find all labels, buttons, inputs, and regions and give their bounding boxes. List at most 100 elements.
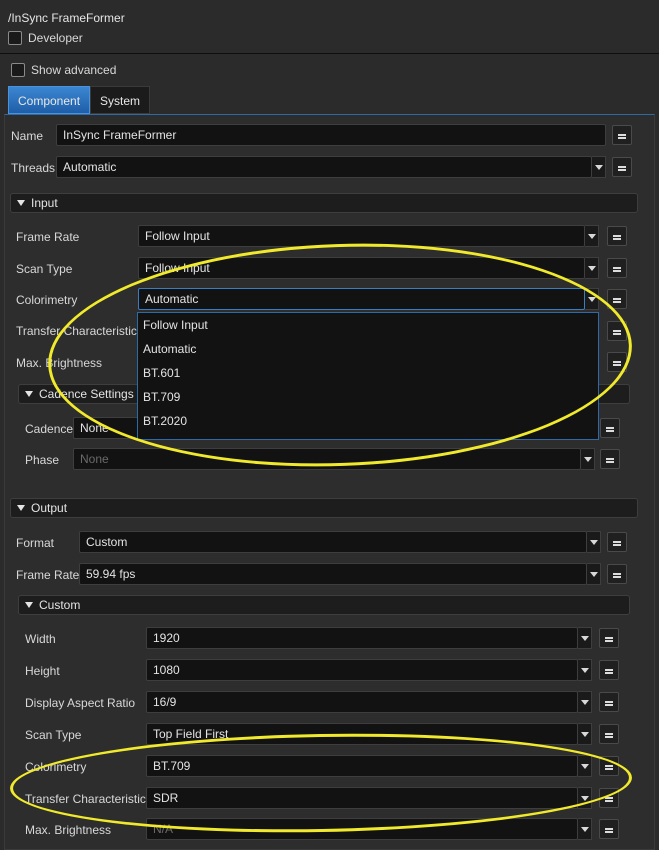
chevron-down-icon [580, 635, 589, 641]
output-scan-type-menu-button[interactable] [599, 724, 619, 744]
developer-label: Developer [28, 31, 83, 45]
input-frame-rate-dropdown-button[interactable] [585, 225, 599, 247]
width-dropdown-button[interactable] [578, 627, 592, 649]
dar-menu-button[interactable] [599, 692, 619, 712]
input-transfer-menu-button[interactable] [607, 321, 627, 341]
chevron-down-icon [594, 164, 603, 170]
output-frame-rate-label: Frame Rate [16, 568, 80, 582]
colorimetry-option[interactable]: Automatic [138, 337, 598, 361]
menu-icon [605, 828, 613, 830]
output-colorimetry-select[interactable]: BT.709 [146, 755, 578, 777]
colorimetry-option[interactable]: BT.601 [138, 361, 598, 385]
chevron-down-icon [589, 571, 598, 577]
menu-icon [605, 669, 613, 671]
input-scan-type-dropdown-button[interactable] [585, 257, 599, 279]
output-max-brightness-menu-button[interactable] [599, 819, 619, 839]
output-section-title: Output [31, 501, 68, 515]
cadence-menu-button[interactable] [600, 418, 620, 438]
input-colorimetry-menu-button[interactable] [607, 289, 627, 309]
output-transfer-menu-button[interactable] [599, 788, 619, 808]
menu-icon [613, 235, 621, 237]
chevron-down-icon [580, 826, 589, 832]
chevron-down-icon [589, 539, 598, 545]
output-scan-type-label: Scan Type [25, 728, 82, 742]
cadence-section-title: Cadence Settings [39, 387, 134, 401]
chevron-down-icon [580, 795, 589, 801]
output-max-brightness-dropdown-button[interactable] [578, 818, 592, 840]
output-transfer-label: Transfer Characteristics [25, 792, 152, 806]
output-frame-rate-menu-button[interactable] [607, 564, 627, 584]
show-advanced-toggle[interactable]: Show advanced [11, 63, 116, 77]
tab-bar: Component System [8, 86, 151, 114]
tab-component[interactable]: Component [8, 86, 91, 114]
phase-dropdown-button[interactable] [581, 448, 595, 470]
collapse-triangle-icon [17, 200, 25, 206]
phase-menu-button[interactable] [600, 449, 620, 469]
dar-label: Display Aspect Ratio [25, 696, 136, 710]
show-advanced-label: Show advanced [31, 63, 117, 77]
input-section-header[interactable]: Input [10, 193, 638, 213]
input-max-brightness-menu-button[interactable] [607, 352, 627, 372]
output-frame-rate-dropdown-button[interactable] [587, 563, 601, 585]
input-max-brightness-label: Max. Brightness [16, 356, 103, 370]
output-transfer-dropdown-button[interactable] [578, 787, 592, 809]
threads-label: Threads [11, 161, 56, 175]
show-advanced-checkbox[interactable] [11, 63, 25, 77]
height-input[interactable]: 1080 [146, 659, 578, 681]
dar-dropdown-button[interactable] [578, 691, 592, 713]
colorimetry-option[interactable]: BT.709 [138, 385, 598, 409]
menu-icon [606, 427, 614, 429]
input-frame-rate-label: Frame Rate [16, 230, 80, 244]
width-input[interactable]: 1920 [146, 627, 578, 649]
menu-icon [605, 637, 613, 639]
chevron-down-icon [580, 667, 589, 673]
colorimetry-option[interactable]: Follow Input [138, 313, 598, 337]
output-colorimetry-dropdown-button[interactable] [578, 755, 592, 777]
menu-icon [613, 267, 621, 269]
colorimetry-option[interactable]: BT.2020 [138, 409, 598, 433]
name-menu-button[interactable] [612, 125, 632, 145]
output-frame-rate-select[interactable]: 59.94 fps [79, 563, 587, 585]
format-select[interactable]: Custom [79, 531, 587, 553]
input-frame-rate-select[interactable]: Follow Input [138, 225, 585, 247]
menu-icon [613, 573, 621, 575]
threads-dropdown-button[interactable] [592, 156, 606, 178]
chevron-down-icon [580, 699, 589, 705]
name-label: Name [11, 129, 44, 143]
output-section-header[interactable]: Output [10, 498, 638, 518]
menu-icon [605, 701, 613, 703]
menu-icon [618, 134, 626, 136]
colorimetry-dropdown-list: Follow Input Automatic BT.601 BT.709 BT.… [137, 312, 599, 440]
input-transfer-label: Transfer Characteristics [16, 324, 143, 338]
chevron-down-icon [587, 265, 596, 271]
input-colorimetry-label: Colorimetry [16, 293, 78, 307]
tab-system[interactable]: System [90, 86, 151, 114]
developer-toggle[interactable]: Developer [8, 31, 83, 45]
format-dropdown-button[interactable] [587, 531, 601, 553]
input-scan-type-menu-button[interactable] [607, 258, 627, 278]
input-section-title: Input [31, 196, 58, 210]
dar-select[interactable]: 16/9 [146, 691, 578, 713]
custom-section-header[interactable]: Custom [18, 595, 630, 615]
chevron-down-icon [587, 233, 596, 239]
input-colorimetry-dropdown-button[interactable] [585, 288, 599, 310]
format-menu-button[interactable] [607, 532, 627, 552]
chevron-down-icon [583, 456, 592, 462]
output-scan-type-select[interactable]: Top Field First [146, 723, 578, 745]
output-colorimetry-menu-button[interactable] [599, 756, 619, 776]
height-label: Height [25, 664, 60, 678]
name-input[interactable]: InSync FrameFormer [56, 124, 606, 146]
threads-select[interactable]: Automatic [56, 156, 592, 178]
output-scan-type-dropdown-button[interactable] [578, 723, 592, 745]
threads-menu-button[interactable] [612, 157, 632, 177]
phase-select[interactable]: None [73, 448, 581, 470]
output-max-brightness-input[interactable]: N/A [146, 818, 578, 840]
height-menu-button[interactable] [599, 660, 619, 680]
input-frame-rate-menu-button[interactable] [607, 226, 627, 246]
input-scan-type-select[interactable]: Follow Input [138, 257, 585, 279]
output-transfer-select[interactable]: SDR [146, 787, 578, 809]
height-dropdown-button[interactable] [578, 659, 592, 681]
developer-checkbox[interactable] [8, 31, 22, 45]
input-colorimetry-select[interactable]: Automatic [138, 288, 585, 310]
width-menu-button[interactable] [599, 628, 619, 648]
